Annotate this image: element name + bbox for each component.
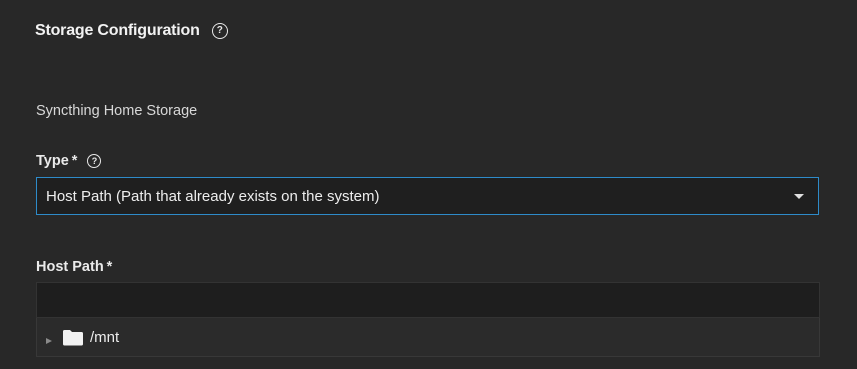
type-label-text: Type	[36, 153, 69, 169]
type-select[interactable]: Host Path (Path that already exists on t…	[36, 177, 819, 215]
tree-node-label: /mnt	[90, 329, 120, 346]
storage-configuration-form: Storage Configuration ? Syncthing Home S…	[0, 0, 857, 369]
tree-node-mnt[interactable]: /mnt	[37, 318, 819, 356]
host-path-input[interactable]	[36, 282, 820, 318]
section-header: Storage Configuration ?	[35, 22, 228, 40]
section-title: Storage Configuration	[35, 22, 200, 39]
required-mark: *	[106, 259, 113, 275]
expand-arrow-icon[interactable]	[46, 338, 52, 344]
required-mark: *	[71, 153, 78, 169]
host-path-label: Host Path *	[36, 259, 112, 275]
help-icon[interactable]: ?	[211, 23, 228, 39]
storage-subheading: Syncthing Home Storage	[36, 103, 198, 119]
type-select-value: Host Path (Path that already exists on t…	[46, 187, 380, 205]
host-path-label-text: Host Path	[36, 259, 104, 275]
type-help-icon[interactable]: ?	[87, 154, 102, 168]
file-explorer-tree: /mnt	[36, 318, 820, 357]
dropdown-caret-icon	[794, 194, 804, 199]
folder-icon	[63, 330, 83, 346]
type-label: Type * ?	[36, 153, 102, 169]
